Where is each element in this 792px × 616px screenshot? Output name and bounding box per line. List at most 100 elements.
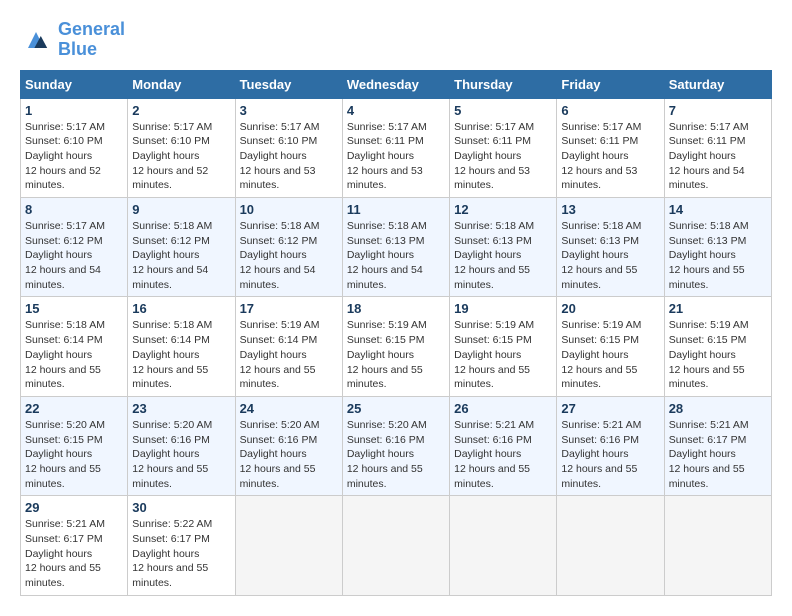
calendar-day-cell: 14 Sunrise: 5:18 AM Sunset: 6:13 PM Dayl… bbox=[664, 198, 771, 297]
calendar-day-cell: 18 Sunrise: 5:19 AM Sunset: 6:15 PM Dayl… bbox=[342, 297, 449, 396]
day-number: 13 bbox=[561, 202, 659, 217]
day-info: Sunrise: 5:17 AM Sunset: 6:11 PM Dayligh… bbox=[669, 120, 767, 193]
day-info: Sunrise: 5:17 AM Sunset: 6:12 PM Dayligh… bbox=[25, 219, 123, 292]
day-number: 23 bbox=[132, 401, 230, 416]
day-number: 14 bbox=[669, 202, 767, 217]
day-info: Sunrise: 5:21 AM Sunset: 6:16 PM Dayligh… bbox=[454, 418, 552, 491]
day-number: 30 bbox=[132, 500, 230, 515]
calendar-day-cell: 11 Sunrise: 5:18 AM Sunset: 6:13 PM Dayl… bbox=[342, 198, 449, 297]
day-info: Sunrise: 5:18 AM Sunset: 6:13 PM Dayligh… bbox=[561, 219, 659, 292]
calendar-day-cell: 15 Sunrise: 5:18 AM Sunset: 6:14 PM Dayl… bbox=[21, 297, 128, 396]
header-thursday: Thursday bbox=[450, 70, 557, 98]
day-info: Sunrise: 5:21 AM Sunset: 6:17 PM Dayligh… bbox=[25, 517, 123, 590]
day-info: Sunrise: 5:17 AM Sunset: 6:11 PM Dayligh… bbox=[347, 120, 445, 193]
calendar-day-cell: 5 Sunrise: 5:17 AM Sunset: 6:11 PM Dayli… bbox=[450, 98, 557, 197]
calendar-day-cell: 13 Sunrise: 5:18 AM Sunset: 6:13 PM Dayl… bbox=[557, 198, 664, 297]
calendar-day-cell: 19 Sunrise: 5:19 AM Sunset: 6:15 PM Dayl… bbox=[450, 297, 557, 396]
day-info: Sunrise: 5:18 AM Sunset: 6:13 PM Dayligh… bbox=[347, 219, 445, 292]
calendar-day-cell: 27 Sunrise: 5:21 AM Sunset: 6:16 PM Dayl… bbox=[557, 396, 664, 495]
calendar-day-cell: 20 Sunrise: 5:19 AM Sunset: 6:15 PM Dayl… bbox=[557, 297, 664, 396]
header: General Blue bbox=[20, 20, 772, 60]
day-number: 6 bbox=[561, 103, 659, 118]
calendar-header-row: Sunday Monday Tuesday Wednesday Thursday… bbox=[21, 70, 772, 98]
calendar-day-cell: 2 Sunrise: 5:17 AM Sunset: 6:10 PM Dayli… bbox=[128, 98, 235, 197]
day-number: 18 bbox=[347, 301, 445, 316]
day-number: 12 bbox=[454, 202, 552, 217]
calendar-day-cell: 17 Sunrise: 5:19 AM Sunset: 6:14 PM Dayl… bbox=[235, 297, 342, 396]
day-info: Sunrise: 5:18 AM Sunset: 6:13 PM Dayligh… bbox=[669, 219, 767, 292]
day-number: 8 bbox=[25, 202, 123, 217]
day-number: 22 bbox=[25, 401, 123, 416]
calendar-day-cell: 12 Sunrise: 5:18 AM Sunset: 6:13 PM Dayl… bbox=[450, 198, 557, 297]
day-info: Sunrise: 5:19 AM Sunset: 6:15 PM Dayligh… bbox=[454, 318, 552, 391]
day-info: Sunrise: 5:18 AM Sunset: 6:14 PM Dayligh… bbox=[132, 318, 230, 391]
day-info: Sunrise: 5:21 AM Sunset: 6:16 PM Dayligh… bbox=[561, 418, 659, 491]
calendar-day-cell: 26 Sunrise: 5:21 AM Sunset: 6:16 PM Dayl… bbox=[450, 396, 557, 495]
day-number: 7 bbox=[669, 103, 767, 118]
calendar-week-row: 22 Sunrise: 5:20 AM Sunset: 6:15 PM Dayl… bbox=[21, 396, 772, 495]
day-number: 16 bbox=[132, 301, 230, 316]
day-number: 4 bbox=[347, 103, 445, 118]
day-number: 17 bbox=[240, 301, 338, 316]
day-number: 20 bbox=[561, 301, 659, 316]
day-info: Sunrise: 5:19 AM Sunset: 6:15 PM Dayligh… bbox=[669, 318, 767, 391]
day-info: Sunrise: 5:17 AM Sunset: 6:10 PM Dayligh… bbox=[132, 120, 230, 193]
day-number: 28 bbox=[669, 401, 767, 416]
calendar-day-cell: 21 Sunrise: 5:19 AM Sunset: 6:15 PM Dayl… bbox=[664, 297, 771, 396]
calendar-day-cell: 24 Sunrise: 5:20 AM Sunset: 6:16 PM Dayl… bbox=[235, 396, 342, 495]
day-number: 11 bbox=[347, 202, 445, 217]
calendar-day-cell: 28 Sunrise: 5:21 AM Sunset: 6:17 PM Dayl… bbox=[664, 396, 771, 495]
day-number: 1 bbox=[25, 103, 123, 118]
day-info: Sunrise: 5:18 AM Sunset: 6:12 PM Dayligh… bbox=[240, 219, 338, 292]
day-info: Sunrise: 5:17 AM Sunset: 6:10 PM Dayligh… bbox=[25, 120, 123, 193]
day-number: 26 bbox=[454, 401, 552, 416]
day-number: 15 bbox=[25, 301, 123, 316]
calendar-day-cell: 25 Sunrise: 5:20 AM Sunset: 6:16 PM Dayl… bbox=[342, 396, 449, 495]
day-number: 19 bbox=[454, 301, 552, 316]
calendar-day-cell bbox=[235, 496, 342, 595]
header-monday: Monday bbox=[128, 70, 235, 98]
day-info: Sunrise: 5:18 AM Sunset: 6:14 PM Dayligh… bbox=[25, 318, 123, 391]
header-saturday: Saturday bbox=[664, 70, 771, 98]
logo-icon bbox=[20, 24, 52, 56]
day-number: 5 bbox=[454, 103, 552, 118]
day-number: 3 bbox=[240, 103, 338, 118]
calendar-day-cell: 9 Sunrise: 5:18 AM Sunset: 6:12 PM Dayli… bbox=[128, 198, 235, 297]
calendar-day-cell: 4 Sunrise: 5:17 AM Sunset: 6:11 PM Dayli… bbox=[342, 98, 449, 197]
day-info: Sunrise: 5:18 AM Sunset: 6:12 PM Dayligh… bbox=[132, 219, 230, 292]
day-number: 24 bbox=[240, 401, 338, 416]
day-info: Sunrise: 5:17 AM Sunset: 6:11 PM Dayligh… bbox=[454, 120, 552, 193]
logo-text: General Blue bbox=[58, 20, 125, 60]
day-number: 29 bbox=[25, 500, 123, 515]
calendar-day-cell: 10 Sunrise: 5:18 AM Sunset: 6:12 PM Dayl… bbox=[235, 198, 342, 297]
header-tuesday: Tuesday bbox=[235, 70, 342, 98]
calendar-week-row: 1 Sunrise: 5:17 AM Sunset: 6:10 PM Dayli… bbox=[21, 98, 772, 197]
calendar-day-cell: 30 Sunrise: 5:22 AM Sunset: 6:17 PM Dayl… bbox=[128, 496, 235, 595]
calendar-day-cell: 22 Sunrise: 5:20 AM Sunset: 6:15 PM Dayl… bbox=[21, 396, 128, 495]
calendar-table: Sunday Monday Tuesday Wednesday Thursday… bbox=[20, 70, 772, 596]
day-info: Sunrise: 5:17 AM Sunset: 6:10 PM Dayligh… bbox=[240, 120, 338, 193]
calendar-day-cell: 7 Sunrise: 5:17 AM Sunset: 6:11 PM Dayli… bbox=[664, 98, 771, 197]
logo: General Blue bbox=[20, 20, 125, 60]
calendar-day-cell: 3 Sunrise: 5:17 AM Sunset: 6:10 PM Dayli… bbox=[235, 98, 342, 197]
calendar-day-cell bbox=[450, 496, 557, 595]
calendar-day-cell: 16 Sunrise: 5:18 AM Sunset: 6:14 PM Dayl… bbox=[128, 297, 235, 396]
header-friday: Friday bbox=[557, 70, 664, 98]
calendar-day-cell: 23 Sunrise: 5:20 AM Sunset: 6:16 PM Dayl… bbox=[128, 396, 235, 495]
day-info: Sunrise: 5:20 AM Sunset: 6:15 PM Dayligh… bbox=[25, 418, 123, 491]
day-info: Sunrise: 5:20 AM Sunset: 6:16 PM Dayligh… bbox=[132, 418, 230, 491]
day-info: Sunrise: 5:21 AM Sunset: 6:17 PM Dayligh… bbox=[669, 418, 767, 491]
day-number: 9 bbox=[132, 202, 230, 217]
day-info: Sunrise: 5:19 AM Sunset: 6:14 PM Dayligh… bbox=[240, 318, 338, 391]
calendar-week-row: 29 Sunrise: 5:21 AM Sunset: 6:17 PM Dayl… bbox=[21, 496, 772, 595]
day-info: Sunrise: 5:18 AM Sunset: 6:13 PM Dayligh… bbox=[454, 219, 552, 292]
day-number: 2 bbox=[132, 103, 230, 118]
day-number: 27 bbox=[561, 401, 659, 416]
calendar-week-row: 8 Sunrise: 5:17 AM Sunset: 6:12 PM Dayli… bbox=[21, 198, 772, 297]
calendar-day-cell: 8 Sunrise: 5:17 AM Sunset: 6:12 PM Dayli… bbox=[21, 198, 128, 297]
calendar-week-row: 15 Sunrise: 5:18 AM Sunset: 6:14 PM Dayl… bbox=[21, 297, 772, 396]
header-wednesday: Wednesday bbox=[342, 70, 449, 98]
day-info: Sunrise: 5:22 AM Sunset: 6:17 PM Dayligh… bbox=[132, 517, 230, 590]
calendar-day-cell bbox=[342, 496, 449, 595]
day-info: Sunrise: 5:20 AM Sunset: 6:16 PM Dayligh… bbox=[240, 418, 338, 491]
